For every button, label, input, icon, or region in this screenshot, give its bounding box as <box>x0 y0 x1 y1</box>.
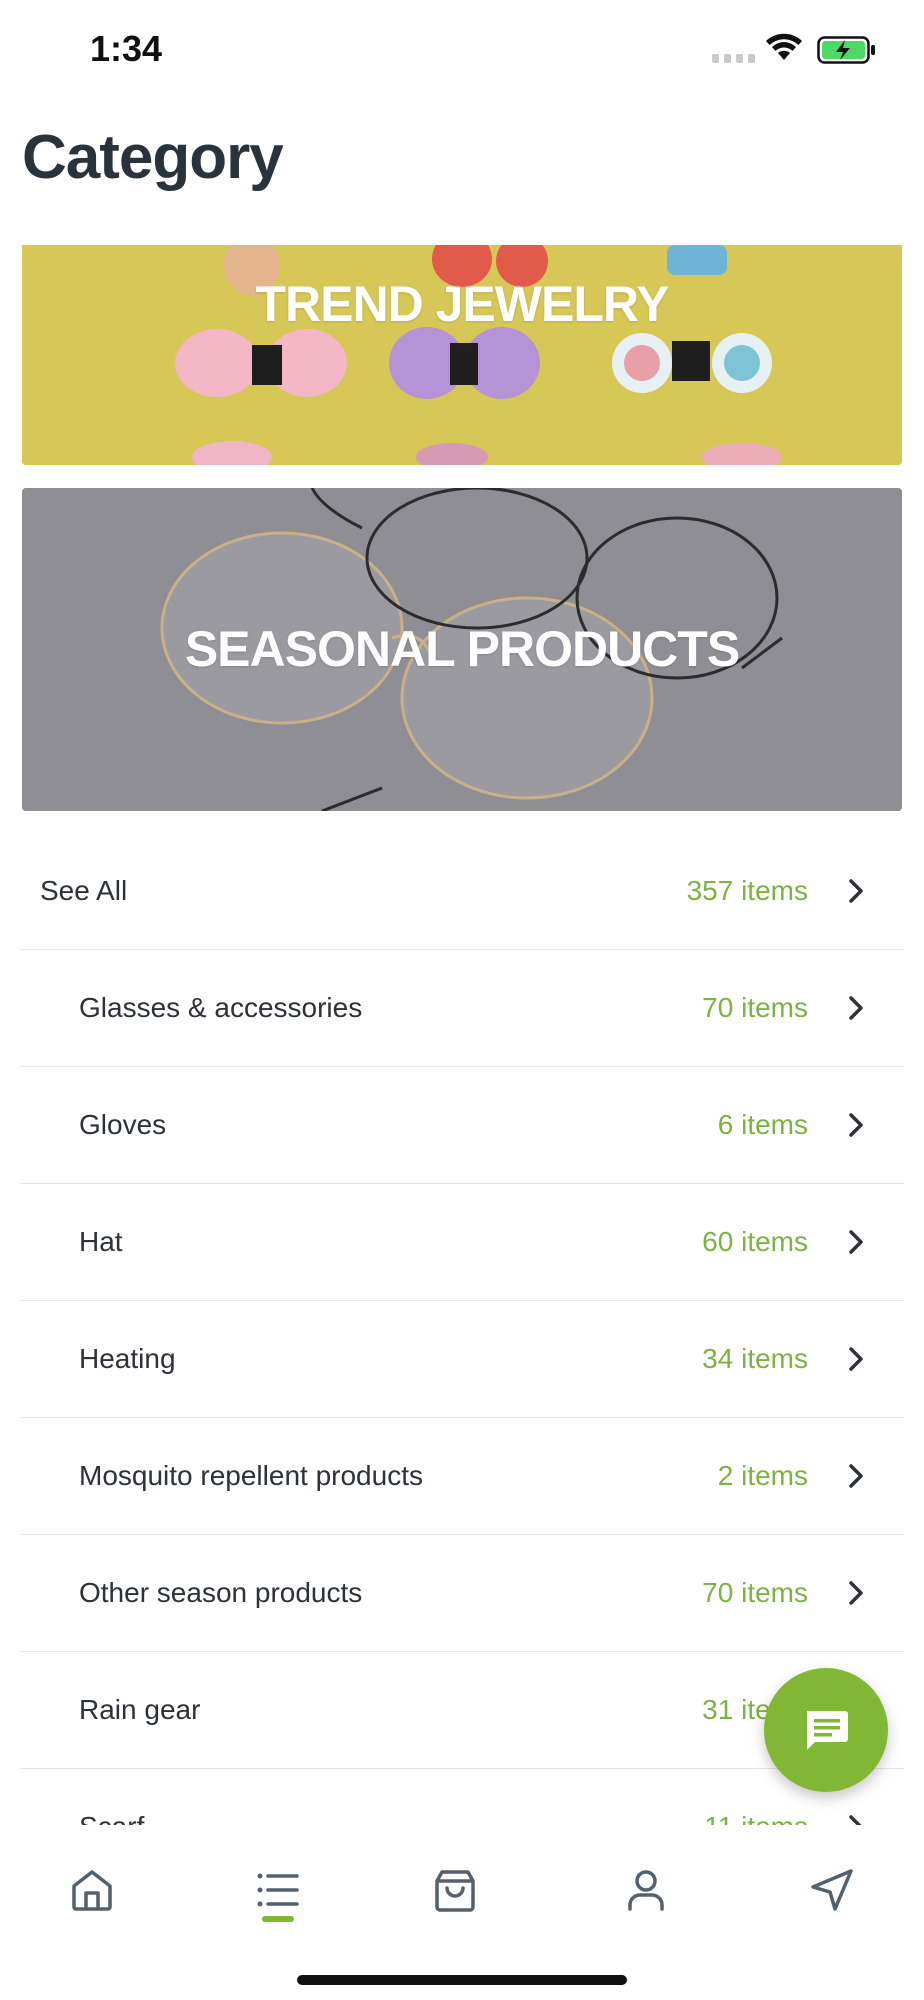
category-row-gloves[interactable]: Gloves 6 items <box>20 1067 904 1184</box>
category-count: 6 items <box>717 1109 808 1140</box>
category-count: 2 items <box>717 1460 808 1491</box>
bottom-nav <box>0 1825 924 2000</box>
category-label: See All <box>40 875 128 906</box>
send-icon <box>811 1869 853 1911</box>
category-label: Scarf <box>79 1811 144 1825</box>
shopping-bag-icon <box>435 1870 475 1912</box>
home-indicator <box>297 1975 627 1985</box>
category-row-mosquito-repellent[interactable]: Mosquito repellent products 2 items <box>20 1418 904 1535</box>
chevron-right-icon <box>849 1581 863 1605</box>
status-time: 1:34 <box>90 28 163 69</box>
category-label: Other season products <box>79 1577 363 1608</box>
chat-icon <box>807 1711 848 1750</box>
category-row-hat[interactable]: Hat 60 items <box>20 1184 904 1301</box>
category-label: Hat <box>79 1226 123 1257</box>
chevron-right-icon <box>849 1815 862 1825</box>
category-row-heating[interactable]: Heating 34 items <box>20 1301 904 1418</box>
category-count: 70 items <box>702 1577 808 1608</box>
cellular-signal-icon <box>712 54 755 63</box>
user-icon <box>628 1870 664 1911</box>
banner-seasonal-products[interactable]: SEASONAL PRODUCTS <box>22 488 902 811</box>
wifi-icon <box>766 33 802 60</box>
nav-cart[interactable] <box>420 1855 490 1925</box>
category-list[interactable]: See All 357 items Glasses & accessories … <box>20 833 904 1825</box>
category-label: Glasses & accessories <box>79 992 363 1023</box>
category-label: Heating <box>79 1343 176 1374</box>
battery-charging-icon <box>817 36 875 64</box>
category-label: Mosquito repellent products <box>79 1460 423 1491</box>
banner-seasonal-products-label: SEASONAL PRODUCTS <box>184 621 740 677</box>
category-label: Rain gear <box>79 1694 201 1725</box>
category-count: 60 items <box>702 1226 808 1257</box>
nav-profile[interactable] <box>611 1855 681 1925</box>
category-row-glasses-accessories[interactable]: Glasses & accessories 70 items <box>20 950 904 1067</box>
category-label: Gloves <box>79 1109 167 1140</box>
banner-trend-jewelry-label: TREND JEWELRY <box>255 276 670 332</box>
category-count: 34 items <box>702 1343 808 1374</box>
banner-trend-jewelry[interactable]: TREND JEWELRY <box>22 245 902 465</box>
category-row-other-season[interactable]: Other season products 70 items <box>20 1535 904 1652</box>
nav-home[interactable] <box>57 1855 127 1925</box>
chevron-right-icon <box>849 879 863 903</box>
home-icon <box>72 1870 112 1911</box>
category-count: 357 items <box>686 875 808 906</box>
category-row-see-all[interactable]: See All 357 items <box>20 833 904 950</box>
category-count: 70 items <box>702 992 808 1023</box>
chevron-right-icon <box>849 1347 863 1371</box>
nav-categories[interactable] <box>243 1855 313 1925</box>
page-title: Category <box>22 123 284 192</box>
chevron-right-icon <box>849 1464 863 1488</box>
active-tab-indicator <box>262 1916 294 1922</box>
category-row-scarf[interactable]: Scarf 11 items <box>20 1769 904 1825</box>
list-icon <box>257 1873 299 1907</box>
chat-button[interactable] <box>764 1668 888 1792</box>
nav-send[interactable] <box>797 1855 867 1925</box>
chevron-right-icon <box>849 1230 863 1254</box>
category-count: 11 items <box>704 1811 808 1825</box>
chevron-right-icon <box>849 996 863 1020</box>
status-bar: 1:34 <box>0 0 924 100</box>
chevron-right-icon <box>849 1113 863 1137</box>
